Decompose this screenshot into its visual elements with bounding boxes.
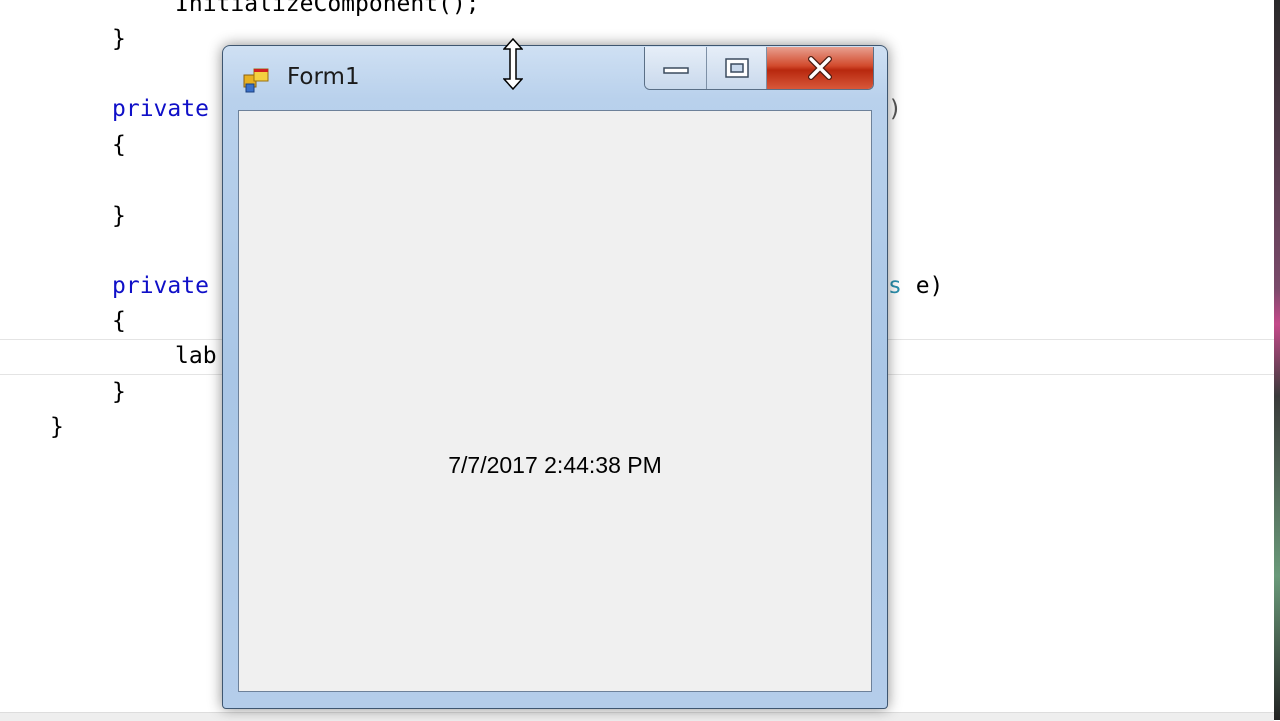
caption-buttons	[644, 47, 874, 90]
code-line: }	[112, 26, 126, 52]
form-client-area[interactable]: 7/7/2017 2:44:38 PM	[238, 110, 872, 692]
code-line: }	[112, 203, 126, 229]
code-line: InitializeComponent();	[175, 0, 480, 17]
desktop-edge	[1274, 0, 1280, 720]
window-title: Form1	[287, 64, 360, 90]
title-bar[interactable]: Form1	[223, 46, 887, 110]
form1-window[interactable]: Form1 7/7/2017 2:44:38 PM	[222, 45, 888, 709]
code-line: private	[112, 96, 209, 122]
code-line: {	[112, 308, 126, 334]
code-param-fragment: e)	[901, 273, 944, 299]
code-fragment: s e)	[888, 271, 943, 301]
code-line: }	[50, 414, 64, 440]
minimize-icon	[662, 67, 689, 74]
code-type-fragment: s	[888, 273, 902, 299]
datetime-label: 7/7/2017 2:44:38 PM	[448, 452, 662, 478]
minimize-button[interactable]	[645, 47, 707, 89]
close-icon	[808, 56, 832, 80]
form-app-icon[interactable]	[243, 66, 271, 94]
code-line: {	[112, 132, 126, 158]
code-line: }	[112, 379, 126, 405]
resize-cursor-icon	[503, 38, 523, 90]
code-fragment: )	[888, 96, 902, 122]
code-line: lab	[175, 343, 217, 369]
close-button[interactable]	[767, 47, 873, 89]
code-line: private	[112, 273, 209, 299]
maximize-button[interactable]	[707, 47, 767, 89]
maximize-icon	[724, 58, 749, 78]
